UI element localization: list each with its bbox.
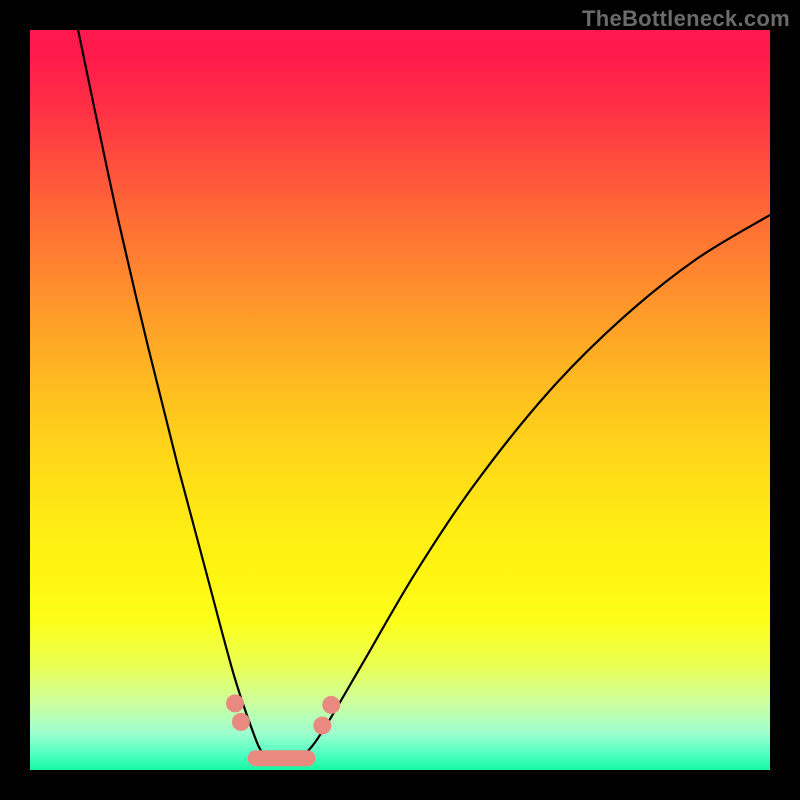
gradient-plot-area	[30, 30, 770, 770]
valley-dot-markers	[226, 694, 340, 734]
attribution-watermark: TheBottleneck.com	[582, 6, 790, 32]
chart-svg	[30, 30, 770, 770]
valley-dot	[226, 694, 244, 712]
valley-dot	[232, 713, 250, 731]
valley-dot	[313, 717, 331, 735]
valley-dot	[322, 696, 340, 714]
bottleneck-curve	[78, 30, 770, 762]
